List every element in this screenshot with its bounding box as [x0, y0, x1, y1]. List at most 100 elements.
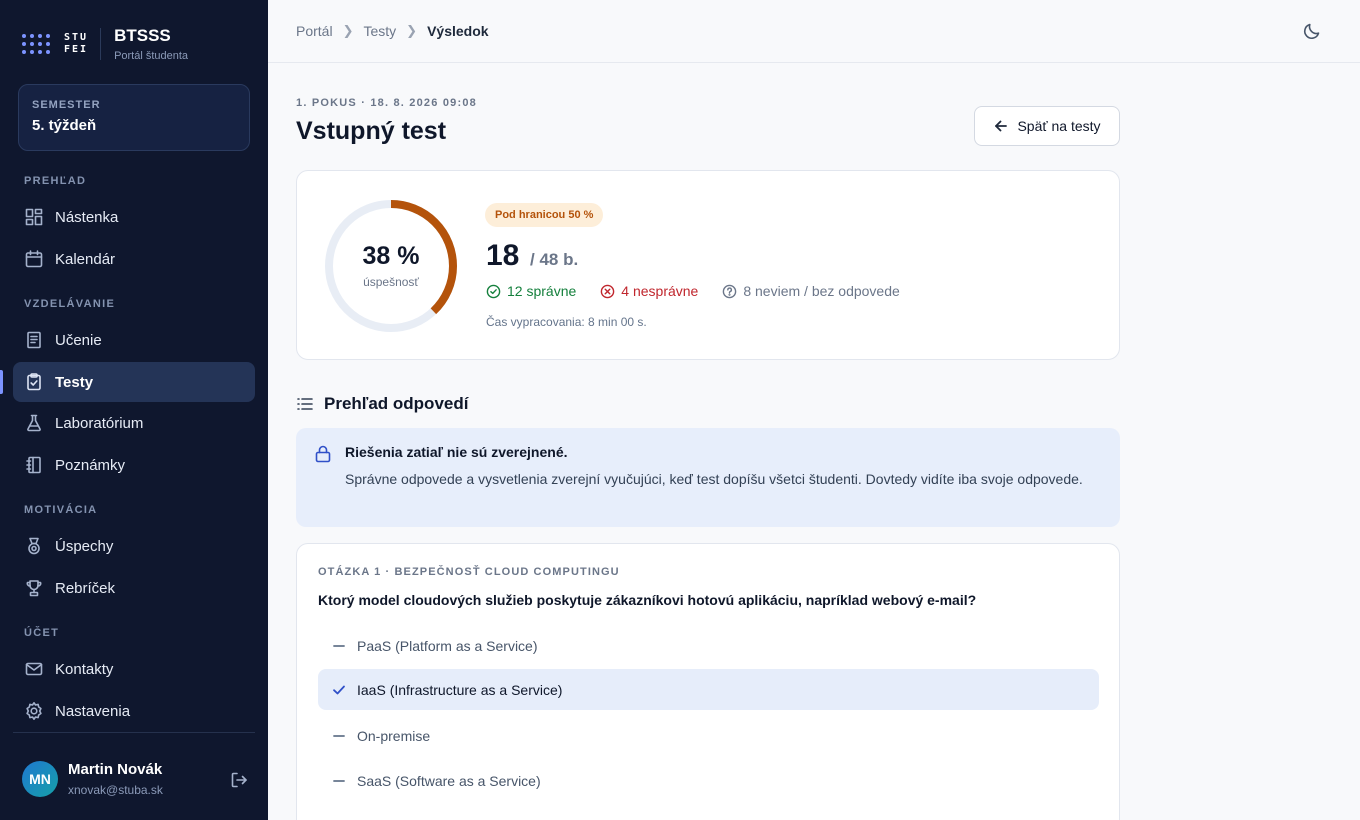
sidebar-item-kontakty[interactable]: Kontakty	[13, 649, 255, 689]
notice-body: Správne odpovede a vysvetlenia zverejní …	[345, 471, 1083, 487]
nav-section-motivation: MOTIVÁCIA	[24, 504, 98, 516]
brand-divider	[100, 28, 102, 60]
dash-icon	[333, 644, 345, 647]
flask-icon	[27, 414, 41, 432]
sidebar-item-label: Kontakty	[55, 660, 114, 678]
medal-icon	[28, 537, 40, 555]
calendar-icon	[25, 250, 43, 268]
mail-icon	[25, 662, 43, 676]
answer-stats: 12 správne 4 nesprávne 8 neviem / bez od…	[486, 283, 924, 299]
sidebar-divider	[13, 732, 255, 733]
answer-option-label: On-premise	[357, 727, 431, 744]
answer-option: On-premise	[318, 715, 1099, 756]
breadcrumb-tests[interactable]: Testy	[363, 23, 396, 39]
question-text: Ktorý model cloudových služieb poskytuje…	[318, 592, 977, 608]
sidebar-item-ucenie[interactable]: Učenie	[13, 320, 255, 360]
score-ring: 38 % úspešnosť	[323, 198, 459, 334]
question-circle-icon	[723, 284, 737, 298]
stu-dots-logo-icon	[22, 34, 54, 54]
app-name: BTSSS	[114, 25, 171, 45]
question-meta: OTÁZKA 1 · BEZPEČNOSŤ CLOUD COMPUTINGU	[318, 566, 620, 578]
sidebar-item-laboratorium[interactable]: Laboratórium	[13, 403, 255, 443]
answer-option: SaaS (Software as a Service)	[318, 760, 1099, 801]
nav-section-account: ÚČET	[24, 627, 60, 639]
user-name: Martin Novák	[68, 761, 163, 778]
answer-option: PaaS (Platform as a Service)	[318, 625, 1099, 666]
check-icon	[333, 685, 345, 694]
sidebar-item-label: Učenie	[55, 331, 102, 349]
sidebar-item-label: Rebríček	[55, 579, 116, 597]
stat-wrong: 4 nesprávne	[600, 283, 698, 299]
sidebar-item-label: Poznámky	[55, 456, 126, 474]
score-caption: úspešnosť	[363, 275, 419, 289]
sidebar-item-label: Testy	[55, 373, 94, 391]
sidebar-item-rebricek[interactable]: Rebríček	[13, 568, 255, 608]
user-email: xnovak@stuba.sk	[68, 783, 163, 797]
sidebar-item-label: Nastavenia	[55, 702, 131, 720]
book-icon	[27, 331, 41, 349]
nav-section-education: VZDELÁVANIE	[24, 298, 116, 310]
theme-toggle-button[interactable]	[1302, 21, 1324, 43]
semester-label: SEMESTER	[32, 99, 101, 111]
sidebar-item-label: Laboratórium	[55, 414, 144, 432]
trophy-icon	[26, 580, 42, 597]
score-percent: 38 %	[362, 242, 420, 270]
breadcrumb-portal[interactable]: Portál	[296, 23, 333, 39]
fei-mark-text: FEI	[64, 44, 89, 55]
sidebar: STU FEI BTSSS Portál študenta SEMESTER 5…	[0, 0, 268, 820]
stat-correct-label: 12 správne	[507, 283, 577, 299]
stu-mark-text: STU	[64, 32, 89, 43]
score-card: 38 % úspešnosť Pod hranicou 50 % 18 / 48…	[296, 170, 1120, 360]
back-button-label: Späť na testy	[1017, 118, 1101, 134]
sidebar-item-nastenka[interactable]: Nástenka	[13, 197, 255, 237]
active-indicator	[0, 370, 3, 394]
sidebar-item-label: Nástenka	[55, 208, 119, 226]
sidebar-item-kalendar[interactable]: Kalendár	[13, 239, 255, 279]
stat-wrong-label: 4 nesprávne	[621, 283, 699, 299]
moon-icon	[1304, 23, 1320, 39]
clipboard-check-icon	[27, 373, 41, 391]
stat-skipped-label: 8 neviem / bez odpovede	[743, 283, 900, 299]
arrow-left-icon	[995, 120, 1008, 132]
answer-option-label: SaaS (Software as a Service)	[357, 772, 541, 789]
check-circle-icon	[486, 284, 501, 298]
sidebar-item-poznamky[interactable]: Poznámky	[13, 445, 255, 485]
list-icon	[297, 398, 313, 410]
breadcrumb: Portál ❯ Testy ❯ Výsledok	[296, 23, 489, 39]
stat-skipped: 8 neviem / bez odpovede	[722, 283, 900, 299]
score-total: / 48 b.	[530, 250, 579, 269]
chevron-right-icon: ❯	[406, 23, 418, 38]
stu-fei-mark: STU FEI	[64, 32, 88, 56]
brand-logo[interactable]: STU FEI BTSSS Portál študenta	[22, 25, 189, 62]
lock-icon	[315, 445, 331, 463]
solutions-notice: Riešenia zatiaľ nie sú zverejnené. Správ…	[296, 428, 1120, 527]
notebook-icon	[26, 456, 41, 474]
chevron-right-icon: ❯	[342, 23, 354, 38]
avatar: MN	[22, 761, 58, 797]
topbar: Portál ❯ Testy ❯ Výsledok	[268, 0, 1360, 63]
semester-week: 5. týždeň	[32, 117, 97, 134]
x-circle-icon	[600, 284, 615, 298]
status-badge: Pod hranicou 50 %	[485, 203, 604, 227]
notice-title: Riešenia zatiaľ nie sú zverejnené.	[345, 444, 568, 460]
sidebar-item-uspechy[interactable]: Úspechy	[13, 526, 255, 566]
score-points: 18	[486, 239, 520, 272]
user-profile[interactable]: MN Martin Novák xnovak@stuba.sk	[22, 761, 163, 797]
sidebar-item-testy[interactable]: Testy	[13, 362, 255, 402]
dash-icon	[333, 734, 345, 737]
nav-section-overview: PREHĽAD	[24, 175, 87, 187]
stat-correct: 12 správne	[486, 283, 576, 299]
logout-button[interactable]	[229, 770, 249, 790]
back-to-tests-button[interactable]: Späť na testy	[974, 106, 1120, 146]
dash-icon	[333, 779, 345, 782]
answer-option-selected: IaaS (Infrastructure as a Service)	[318, 669, 1099, 710]
question-card: OTÁZKA 1 · BEZPEČNOSŤ CLOUD COMPUTINGU K…	[296, 543, 1120, 820]
answer-option-label: PaaS (Platform as a Service)	[357, 637, 538, 654]
sidebar-item-nastavenia[interactable]: Nastavenia	[13, 691, 255, 731]
dashboard-icon	[25, 208, 43, 226]
breadcrumb-current: Výsledok	[427, 23, 489, 39]
answers-section-title: Prehľad odpovedí	[324, 394, 469, 413]
logout-icon	[231, 772, 247, 788]
app-subtitle: Portál študenta	[114, 49, 189, 62]
answer-option-label: IaaS (Infrastructure as a Service)	[357, 681, 563, 698]
